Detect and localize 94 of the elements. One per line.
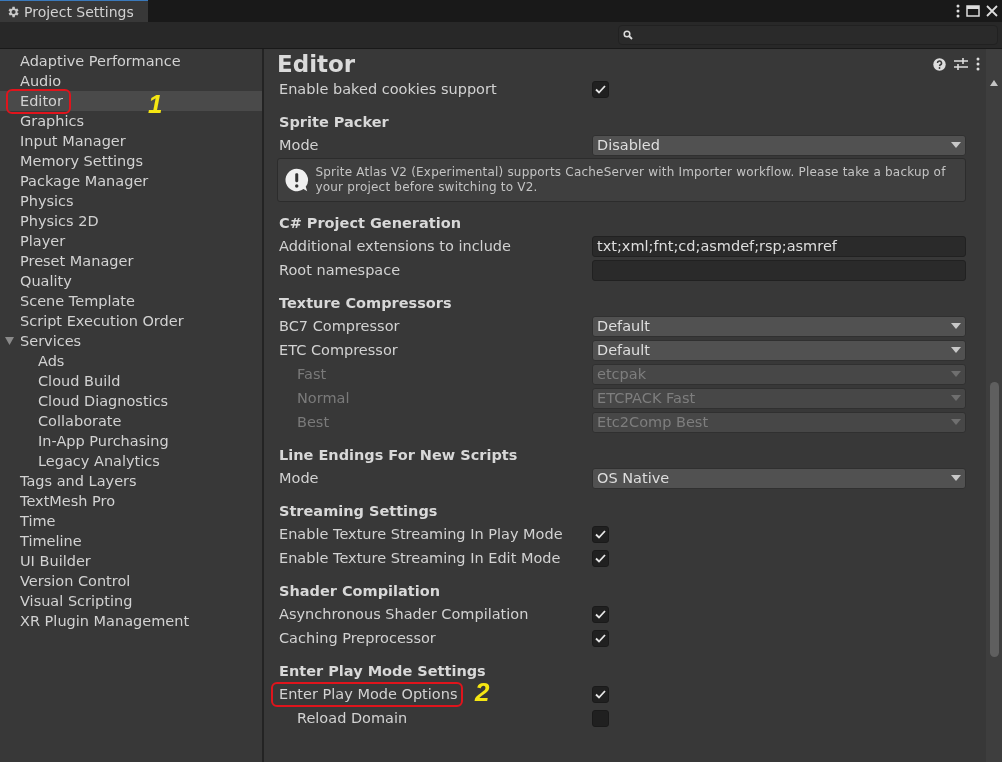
search-icon [623, 30, 633, 40]
page-title: Editor [277, 51, 357, 77]
sidebar-item[interactable]: Scene Template [0, 291, 262, 311]
setting-label: Caching Preprocessor [279, 630, 436, 646]
expand-arrow-icon[interactable] [4, 336, 15, 346]
check-icon [595, 609, 606, 619]
checkbox[interactable] [592, 549, 609, 567]
sidebar-item[interactable]: Quality [0, 271, 262, 291]
caret-icon [951, 474, 961, 482]
check-icon [595, 84, 606, 94]
section-heading: Line Endings For New Scripts [278, 446, 519, 465]
setting-label: Enable Texture Streaming In Edit Mode [279, 550, 561, 566]
setting-label: Enable baked cookies support [279, 81, 497, 97]
sidebar-item[interactable]: XR Plugin Management [0, 611, 262, 631]
caret-icon [951, 394, 961, 402]
check-icon [595, 689, 606, 699]
section-heading: Sprite Packer [278, 113, 390, 132]
section-heading: Shader Compilation [278, 582, 441, 601]
scrollbar-thumb[interactable] [989, 382, 999, 657]
checkbox[interactable] [592, 709, 609, 727]
caret-icon [951, 346, 961, 354]
checkbox[interactable] [592, 605, 609, 623]
sidebar-item[interactable]: Version Control [0, 571, 262, 591]
setting-label: Root namespace [279, 262, 401, 278]
sidebar-item[interactable]: Cloud Diagnostics [0, 391, 262, 411]
sidebar-item[interactable]: Adaptive Performance [0, 51, 262, 71]
checkbox[interactable] [592, 80, 609, 98]
dropdown[interactable]: OS Native [592, 467, 966, 489]
setting-label: Reload Domain [297, 710, 408, 726]
caret-icon [951, 322, 961, 330]
sidebar-item[interactable]: Time [0, 511, 262, 531]
sidebar-item[interactable]: Memory Settings [0, 151, 262, 171]
setting-label: Asynchronous Shader Compilation [279, 606, 529, 622]
sidebar-item[interactable]: Script Execution Order [0, 311, 262, 331]
sidebar-item[interactable]: Player [0, 231, 262, 251]
setting-label: Enter Play Mode Options [279, 686, 458, 702]
setting-label: Mode [279, 137, 319, 153]
annotation-number: 2 [475, 679, 490, 705]
setting-label: Best [297, 414, 330, 430]
gear-icon [6, 4, 20, 19]
close-icon[interactable] [986, 5, 998, 17]
help-message: Sprite Atlas V2 (Experimental) supports CacheServer with Importer workflow. Please take a backup of your project before switching to V2. [315, 165, 947, 195]
section-heading: Streaming Settings [278, 502, 439, 521]
window-tab[interactable]: Project Settings [0, 0, 148, 22]
search-field[interactable] [618, 25, 998, 45]
setting-label: Mode [279, 470, 319, 486]
caret-icon [951, 370, 961, 378]
maximize-icon[interactable] [966, 5, 980, 17]
more-options-icon[interactable] [976, 57, 980, 71]
sidebar-item[interactable]: Physics 2D [0, 211, 262, 231]
check-icon [595, 529, 606, 539]
sidebar-item[interactable]: Package Manager [0, 171, 262, 191]
sliders-icon[interactable] [954, 57, 968, 71]
sidebar-item[interactable]: Physics [0, 191, 262, 211]
sidebar-item[interactable]: Services [0, 331, 262, 351]
more-options-icon[interactable] [956, 4, 960, 18]
scrollbar[interactable] [986, 49, 1002, 762]
setting-label: Normal [297, 390, 350, 406]
sidebar-item[interactable]: TextMesh Pro [0, 491, 262, 511]
sidebar-item[interactable]: Preset Manager [0, 251, 262, 271]
help-icon[interactable] [933, 57, 946, 71]
sidebar-item[interactable]: Audio [0, 71, 262, 91]
caret-icon [951, 141, 961, 149]
checkbox[interactable] [592, 525, 609, 543]
sidebar-item[interactable]: Visual Scripting [0, 591, 262, 611]
setting-label: Enable Texture Streaming In Play Mode [279, 526, 563, 542]
sidebar-item[interactable]: Collaborate [0, 411, 262, 431]
sidebar-item[interactable]: Cloud Build [0, 371, 262, 391]
check-icon [595, 633, 606, 643]
sidebar-item[interactable]: UI Builder [0, 551, 262, 571]
section-heading: C# Project Generation [278, 214, 462, 233]
sidebar-item[interactable]: Tags and Layers [0, 471, 262, 491]
setting-label: BC7 Compressor [279, 318, 400, 334]
sidebar-item[interactable]: Legacy Analytics [0, 451, 262, 471]
sidebar-item[interactable]: Editor 1 [0, 91, 262, 111]
sidebar-item[interactable]: Input Manager [0, 131, 262, 151]
setting-label: Additional extensions to include [279, 238, 511, 254]
window-title: Project Settings [24, 3, 134, 20]
setting-label: Fast [297, 366, 327, 382]
dropdown[interactable]: Default [592, 339, 966, 361]
sidebar-item[interactable]: Ads [0, 351, 262, 371]
check-icon [595, 553, 606, 563]
dropdown[interactable]: Default [592, 315, 966, 337]
sidebar-item[interactable]: In-App Purchasing [0, 431, 262, 451]
section-heading: Texture Compressors [278, 294, 453, 313]
dropdown[interactable]: Disabled [592, 134, 966, 156]
text-field[interactable]: txt;xml;fnt;cd;asmdef;rsp;asmref [592, 235, 966, 257]
setting-label: ETC Compressor [279, 342, 398, 358]
checkbox[interactable] [592, 685, 609, 703]
checkbox[interactable] [592, 629, 609, 647]
scroll-up-arrow-icon[interactable] [989, 79, 999, 87]
sidebar-item[interactable]: Timeline [0, 531, 262, 551]
section-heading: Enter Play Mode Settings [278, 662, 487, 681]
caret-icon [951, 418, 961, 426]
